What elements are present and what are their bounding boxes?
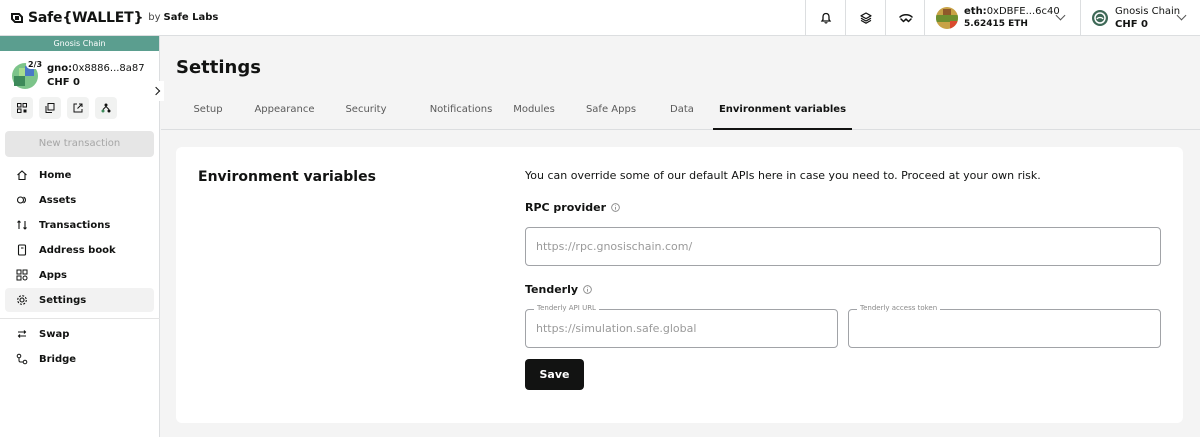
environment-variables-card: Environment variables You can override s… xyxy=(176,147,1183,423)
tenderly-heading: Tenderly xyxy=(525,283,592,296)
sidebar-item-label: Home xyxy=(39,169,72,181)
logo-by: by xyxy=(148,12,161,23)
address-book-icon xyxy=(17,244,27,256)
account-prefix: eth: xyxy=(964,6,987,17)
sidebar-item-apps[interactable]: Apps xyxy=(5,263,154,287)
safe-address[interactable]: gno:0x8886...8a87 xyxy=(47,63,145,74)
tab-appearance[interactable]: Appearance xyxy=(251,90,318,130)
logo-text: Safe{WALLET} xyxy=(28,9,144,26)
qr-code-icon xyxy=(17,103,27,113)
bell-icon xyxy=(820,12,831,24)
layers-icon xyxy=(859,12,872,24)
tab-environment-variables[interactable]: Environment variables xyxy=(713,90,852,130)
tenderly-api-url-input[interactable] xyxy=(526,310,837,347)
safe-tree-button[interactable] xyxy=(95,97,117,119)
sidebar-item-address-book[interactable]: Address book xyxy=(5,238,154,262)
swap-icon xyxy=(17,330,27,338)
tab-modules[interactable]: Modules xyxy=(506,90,562,130)
sidebar-item-label: Swap xyxy=(39,328,70,340)
qr-code-button[interactable] xyxy=(11,97,33,119)
chevron-right-icon xyxy=(151,86,161,96)
tab-notifications[interactable]: Notifications xyxy=(413,90,509,130)
account-info: eth:0xDBFE...6c40 5.62415 ETH xyxy=(964,5,1060,31)
tab-setup[interactable]: Setup xyxy=(178,90,238,130)
account-address: 0xDBFE...6c40 xyxy=(986,6,1060,17)
tenderly-api-url-label: Tenderly API URL xyxy=(534,304,599,312)
tree-icon xyxy=(101,103,111,113)
threshold-badge: 2/3 xyxy=(26,60,45,69)
safe-logo-icon xyxy=(11,12,23,23)
wallet-connect-button[interactable] xyxy=(885,0,925,36)
safe-address-value: 0x8886...8a87 xyxy=(72,63,145,74)
network-selector[interactable]: Gnosis Chain CHF 0 xyxy=(1080,0,1200,36)
tab-security[interactable]: Security xyxy=(337,90,395,130)
connected-account[interactable]: eth:0xDBFE...6c40 5.62415 ETH xyxy=(924,0,1080,36)
account-balance: 5.62415 ETH xyxy=(964,19,1028,29)
sidebar-item-home[interactable]: Home xyxy=(5,163,154,187)
sidebar-item-label: Address book xyxy=(39,244,116,256)
safe-prefix: gno: xyxy=(47,63,73,74)
bridge-icon xyxy=(16,353,28,365)
logo-labs: Safe Labs xyxy=(163,12,219,23)
copy-icon xyxy=(45,103,55,113)
sidebar-item-label: Settings xyxy=(39,294,87,306)
tenderly-label: Tenderly xyxy=(525,283,579,296)
tab-safe-apps[interactable]: Safe Apps xyxy=(580,90,642,130)
rpc-provider-heading: RPC provider xyxy=(525,201,620,214)
external-link-icon xyxy=(73,103,83,113)
account-avatar xyxy=(936,7,958,29)
sidebar-item-bridge[interactable]: Bridge xyxy=(5,347,154,371)
sidebar-item-transactions[interactable]: Transactions xyxy=(5,213,154,237)
rpc-provider-field xyxy=(525,227,1161,266)
sidebar-item-settings[interactable]: Settings xyxy=(5,288,154,312)
new-transaction-button[interactable]: New transaction xyxy=(5,131,154,157)
network-info: Gnosis Chain CHF 0 xyxy=(1115,5,1180,31)
assets-icon xyxy=(16,196,26,204)
info-icon[interactable] xyxy=(583,285,592,294)
swap-wave-icon xyxy=(898,14,913,23)
sidebar-item-assets[interactable]: Assets xyxy=(5,188,154,212)
sidebar-divider xyxy=(0,318,160,319)
tenderly-access-token-input[interactable] xyxy=(849,310,1160,347)
sidebar-item-label: Bridge xyxy=(39,353,77,365)
explorer-link-button[interactable] xyxy=(67,97,89,119)
batch-button[interactable] xyxy=(845,0,885,36)
sidebar-item-label: Transactions xyxy=(39,219,111,231)
rpc-provider-label: RPC provider xyxy=(525,201,606,214)
sidebar-item-label: Apps xyxy=(39,269,68,281)
info-icon[interactable] xyxy=(611,203,620,212)
safe-balance: CHF 0 xyxy=(47,77,80,88)
network-name: Gnosis Chain xyxy=(1115,6,1181,17)
copy-address-button[interactable] xyxy=(39,97,61,119)
card-title: Environment variables xyxy=(198,169,376,185)
tab-data[interactable]: Data xyxy=(663,90,701,130)
sidebar-item-swap[interactable]: Swap xyxy=(5,322,154,346)
tenderly-api-url-field: Tenderly API URL xyxy=(525,304,838,348)
sidebar-item-label: Assets xyxy=(39,194,77,206)
gnosis-chain-icon xyxy=(1092,10,1108,26)
transactions-icon xyxy=(17,220,27,230)
rpc-provider-input[interactable] xyxy=(526,228,1160,265)
tenderly-access-token-field: Tenderly access token xyxy=(848,304,1161,348)
top-header: Safe{WALLET} by Safe Labs eth:0xDBFE...6… xyxy=(0,0,1200,36)
home-icon xyxy=(17,170,27,181)
tenderly-access-token-label: Tenderly access token xyxy=(857,304,941,312)
page-title: Settings xyxy=(176,57,261,78)
apps-icon xyxy=(16,269,28,281)
chain-banner: Gnosis Chain xyxy=(0,36,159,51)
sidebar: Gnosis Chain 2/3 gno:0x8886...8a87 CHF 0… xyxy=(0,36,164,437)
card-description: You can override some of our default API… xyxy=(525,169,1041,182)
settings-icon xyxy=(17,295,27,305)
safe-logo[interactable]: Safe{WALLET} by Safe Labs xyxy=(10,0,218,36)
save-button[interactable]: Save xyxy=(525,359,584,390)
network-balance: CHF 0 xyxy=(1115,19,1148,30)
settings-tabs: Setup Appearance Security Notifications … xyxy=(161,90,1200,130)
notifications-button[interactable] xyxy=(805,0,845,36)
